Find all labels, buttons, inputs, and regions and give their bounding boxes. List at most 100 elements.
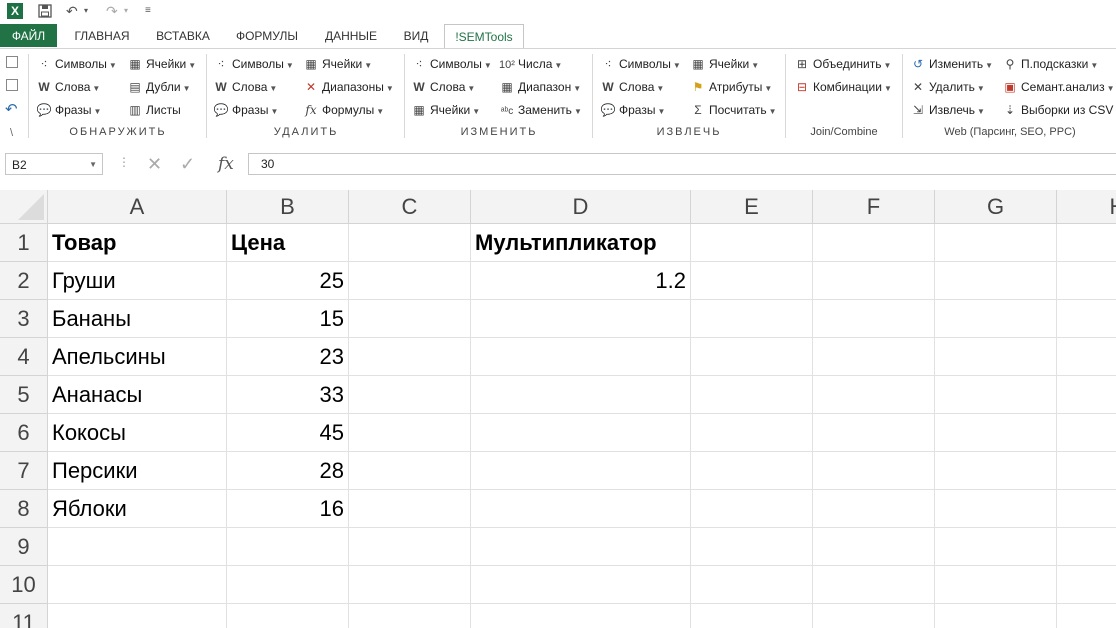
cell-e3[interactable]: [691, 300, 813, 338]
cell-c6[interactable]: [349, 414, 471, 452]
cell-d1[interactable]: Мультипликатор: [471, 224, 691, 262]
cell-g7[interactable]: [935, 452, 1057, 490]
enter-icon[interactable]: ✓: [180, 153, 195, 175]
row-header-2[interactable]: 2: [0, 262, 48, 300]
cell-b11[interactable]: [227, 604, 349, 628]
extract-cells-button[interactable]: ▦ Ячейки ▼: [690, 54, 759, 74]
checkbox-1[interactable]: [6, 54, 18, 74]
extract-words-button[interactable]: W Слова ▼: [600, 77, 664, 97]
customize-toolbar-icon[interactable]: ≡: [145, 2, 151, 20]
web-csv-button[interactable]: ⇣ Выборки из CSV: [1002, 100, 1113, 120]
cell-b4[interactable]: 23: [227, 338, 349, 376]
cell-f7[interactable]: [813, 452, 935, 490]
cell-a9[interactable]: [48, 528, 227, 566]
cell-d2[interactable]: 1.2: [471, 262, 691, 300]
cell-h10[interactable]: [1057, 566, 1116, 604]
remove-formulas-button[interactable]: fx Формулы ▼: [303, 100, 384, 120]
column-header-b[interactable]: B: [227, 190, 349, 224]
cell-e2[interactable]: [691, 262, 813, 300]
remove-ranges-button[interactable]: ✕ Диапазоны ▼: [303, 77, 394, 97]
cell-d5[interactable]: [471, 376, 691, 414]
tab-semtools[interactable]: !SEMTools: [444, 24, 524, 49]
remove-phrases-button[interactable]: 💬 Фразы ▼: [213, 100, 279, 120]
remove-symbols-button[interactable]: ⁖ Символы ▼: [213, 54, 293, 74]
cell-c4[interactable]: [349, 338, 471, 376]
join-merge-button[interactable]: ⊞ Объединить ▼: [794, 54, 891, 74]
change-replace-button[interactable]: ᵃᵇc Заменить ▼: [499, 100, 582, 120]
undo-icon[interactable]: ↶: [66, 2, 78, 20]
cell-c1[interactable]: [349, 224, 471, 262]
tab-data[interactable]: ДАННЫЕ: [316, 24, 386, 47]
cell-c5[interactable]: [349, 376, 471, 414]
cell-c9[interactable]: [349, 528, 471, 566]
cell-e6[interactable]: [691, 414, 813, 452]
cell-g11[interactable]: [935, 604, 1057, 628]
cell-c10[interactable]: [349, 566, 471, 604]
save-icon[interactable]: [38, 2, 52, 20]
cell-h4[interactable]: [1057, 338, 1116, 376]
detect-phrases-button[interactable]: 💬 Фразы ▼: [36, 100, 102, 120]
cell-g2[interactable]: [935, 262, 1057, 300]
cell-a1[interactable]: Товар: [48, 224, 227, 262]
tab-file[interactable]: ФАЙЛ: [0, 24, 57, 47]
undo-dropdown-icon[interactable]: ▾: [84, 2, 88, 20]
cell-e4[interactable]: [691, 338, 813, 376]
web-modify-button[interactable]: ↺ Изменить ▼: [910, 54, 993, 74]
cell-g9[interactable]: [935, 528, 1057, 566]
change-cells-button[interactable]: ▦ Ячейки ▼: [411, 100, 480, 120]
cell-h3[interactable]: [1057, 300, 1116, 338]
tab-insert[interactable]: ВСТАВКА: [148, 24, 218, 47]
cell-f8[interactable]: [813, 490, 935, 528]
cell-b10[interactable]: [227, 566, 349, 604]
cell-d11[interactable]: [471, 604, 691, 628]
row-header-3[interactable]: 3: [0, 300, 48, 338]
column-header-d[interactable]: D: [471, 190, 691, 224]
join-combinations-button[interactable]: ⊟ Комбинации ▼: [794, 77, 892, 97]
cell-e5[interactable]: [691, 376, 813, 414]
cell-a8[interactable]: Яблоки: [48, 490, 227, 528]
column-header-c[interactable]: C: [349, 190, 471, 224]
cell-c11[interactable]: [349, 604, 471, 628]
cell-b8[interactable]: 16: [227, 490, 349, 528]
cell-f4[interactable]: [813, 338, 935, 376]
cell-a11[interactable]: [48, 604, 227, 628]
cell-c3[interactable]: [349, 300, 471, 338]
web-semantic-button[interactable]: ▣ Семант.анализ ▼: [1002, 77, 1114, 97]
cell-f11[interactable]: [813, 604, 935, 628]
cell-b3[interactable]: 15: [227, 300, 349, 338]
cell-g5[interactable]: [935, 376, 1057, 414]
cell-f2[interactable]: [813, 262, 935, 300]
cell-g1[interactable]: [935, 224, 1057, 262]
detect-duplicates-button[interactable]: ▤ Дубли ▼: [127, 77, 190, 97]
row-header-5[interactable]: 5: [0, 376, 48, 414]
cell-f1[interactable]: [813, 224, 935, 262]
cell-f3[interactable]: [813, 300, 935, 338]
cell-a2[interactable]: Груши: [48, 262, 227, 300]
cell-f6[interactable]: [813, 414, 935, 452]
cell-b1[interactable]: Цена: [227, 224, 349, 262]
row-header-8[interactable]: 8: [0, 490, 48, 528]
cell-d6[interactable]: [471, 414, 691, 452]
cell-d9[interactable]: [471, 528, 691, 566]
cell-b9[interactable]: [227, 528, 349, 566]
cell-g4[interactable]: [935, 338, 1057, 376]
cell-h2[interactable]: [1057, 262, 1116, 300]
row-header-7[interactable]: 7: [0, 452, 48, 490]
row-header-1[interactable]: 1: [0, 224, 48, 262]
tab-view[interactable]: ВИД: [396, 24, 436, 47]
tab-formulas[interactable]: ФОРМУЛЫ: [228, 24, 306, 47]
cell-d7[interactable]: [471, 452, 691, 490]
formula-input[interactable]: 30: [248, 153, 1116, 175]
redo-dropdown-icon[interactable]: ▾: [124, 2, 128, 20]
cell-e8[interactable]: [691, 490, 813, 528]
cell-g6[interactable]: [935, 414, 1057, 452]
cell-f9[interactable]: [813, 528, 935, 566]
name-box[interactable]: B2 ▼: [5, 153, 103, 175]
web-extract-button[interactable]: ⇲ Извлечь ▼: [910, 100, 985, 120]
column-header-f[interactable]: F: [813, 190, 935, 224]
cell-e10[interactable]: [691, 566, 813, 604]
web-hints-button[interactable]: ⚲ П.подсказки ▼: [1002, 54, 1099, 74]
cell-a10[interactable]: [48, 566, 227, 604]
row-header-6[interactable]: 6: [0, 414, 48, 452]
column-header-e[interactable]: E: [691, 190, 813, 224]
